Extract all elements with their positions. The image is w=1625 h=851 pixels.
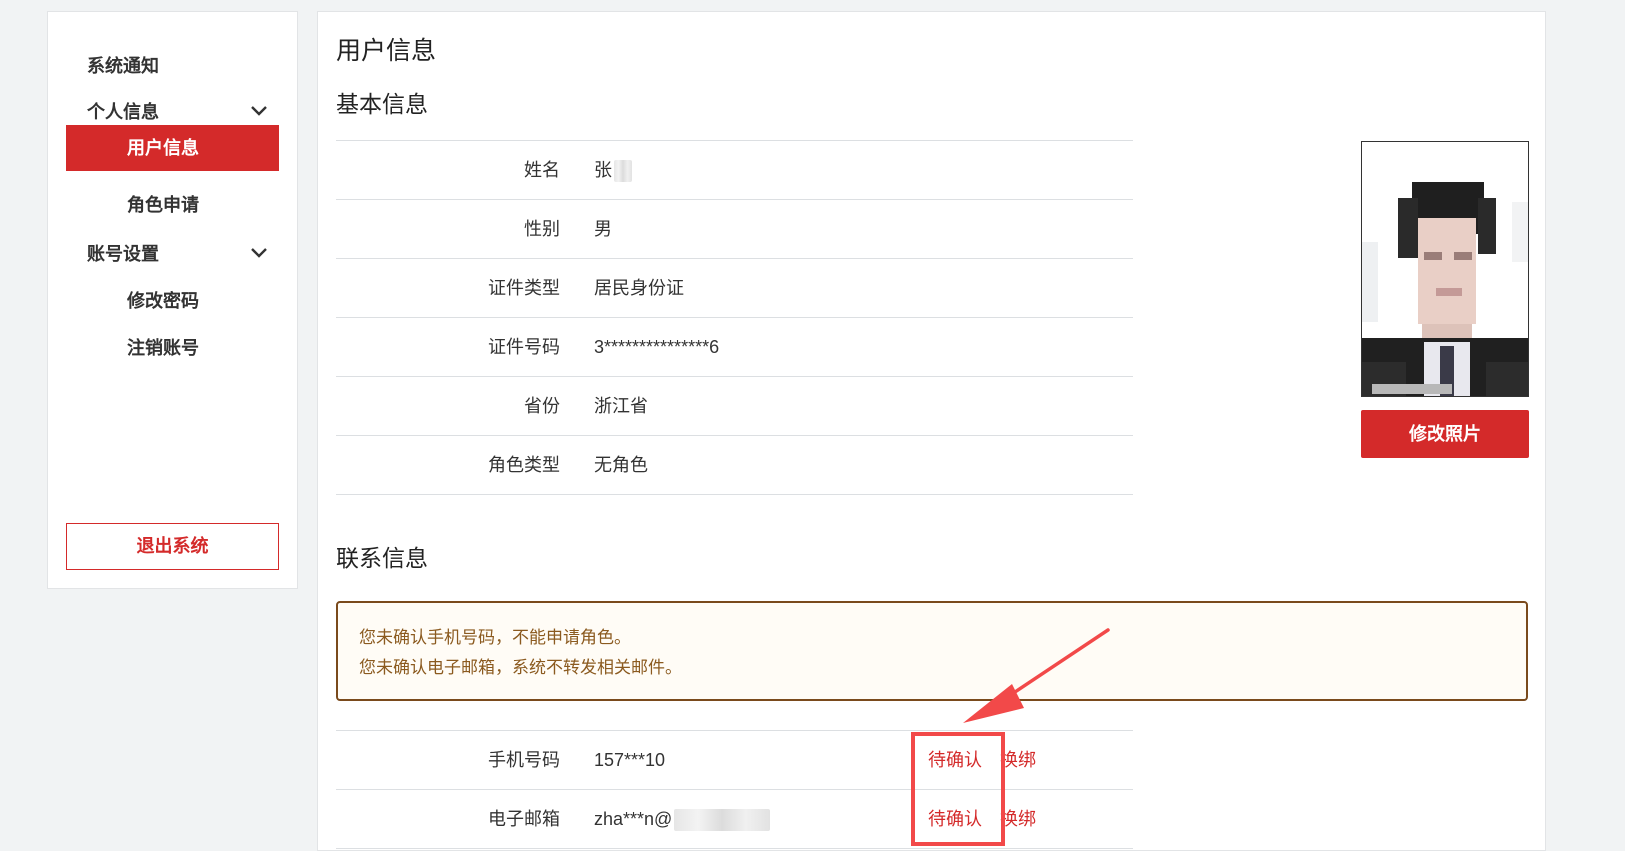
user-photo [1361, 141, 1529, 397]
field-value: 3***************6 [594, 337, 720, 357]
warning-alert: 您未确认手机号码，不能申请角色。 您未确认电子邮箱，系统不转发相关邮件。 [336, 601, 1528, 701]
phone-confirm-link[interactable]: 待确认 [928, 731, 982, 789]
field-label: 性别 [524, 219, 560, 239]
chevron-down-icon [251, 106, 267, 116]
table-row: 角色类型 无角色 [336, 436, 1133, 495]
field-label: 省份 [524, 396, 560, 416]
section-title-contact: 联系信息 [336, 545, 428, 571]
table-row: 省份 浙江省 [336, 377, 1133, 436]
table-row: 姓名 张 [336, 141, 1133, 200]
sidebar-item-label: 用户信息 [127, 138, 199, 158]
field-value: 男 [594, 219, 612, 239]
table-row-phone: 手机号码 157***10 待确认 换绑 [336, 731, 1133, 790]
page-title: 用户信息 [336, 37, 437, 65]
field-value-phone: 157***10 [594, 750, 666, 770]
field-label: 手机号码 [488, 750, 560, 770]
change-photo-button[interactable]: 修改照片 [1361, 410, 1529, 458]
basic-info-table: 姓名 张 性别 男 证件类型 居民身份证 证件号码 3*************… [336, 140, 1133, 495]
alert-line: 您未确认手机号码，不能申请角色。 [359, 628, 631, 647]
chevron-down-icon [251, 248, 267, 258]
sidebar-item-label: 修改密码 [127, 291, 199, 311]
field-label: 证件号码 [488, 337, 560, 357]
alert-line: 您未确认电子邮箱，系统不转发相关邮件。 [359, 658, 682, 677]
sidebar-nav: 系统通知 个人信息 用户信息 角色申请 账号设置 修改密码 注销账号 退出系统 [47, 11, 298, 589]
table-row: 证件类型 居民身份证 [336, 259, 1133, 318]
field-value-name: 张 [594, 141, 632, 199]
field-label: 电子邮箱 [488, 809, 560, 829]
phone-rebind-link[interactable]: 换绑 [1000, 731, 1036, 789]
email-rebind-link[interactable]: 换绑 [1000, 790, 1036, 848]
field-label: 证件类型 [488, 278, 560, 298]
sidebar-item-label: 系统通知 [87, 56, 159, 76]
table-row-email: 电子邮箱 zha***n@ 待确认 换绑 [336, 790, 1133, 849]
sidebar-item-label: 角色申请 [127, 195, 199, 215]
sidebar-item-label: 账号设置 [87, 244, 159, 264]
field-label: 角色类型 [488, 455, 560, 475]
sidebar-item-label: 个人信息 [87, 102, 159, 122]
sidebar-item-role-apply[interactable]: 角色申请 [48, 182, 297, 228]
table-row: 证件号码 3***************6 [336, 318, 1133, 377]
field-label: 姓名 [524, 160, 560, 180]
logout-button[interactable]: 退出系统 [66, 523, 279, 570]
field-value: 无角色 [594, 455, 648, 475]
sidebar-group-account-settings[interactable]: 账号设置 [48, 231, 297, 277]
sidebar-item-user-info[interactable]: 用户信息 [66, 125, 279, 171]
sidebar-item-change-password[interactable]: 修改密码 [48, 278, 297, 324]
sidebar-item-label: 注销账号 [127, 338, 199, 358]
section-title-basic: 基本信息 [336, 91, 428, 117]
email-confirm-link[interactable]: 待确认 [928, 790, 982, 848]
portrait-image [1362, 142, 1528, 396]
redacted-mask [614, 160, 632, 183]
redacted-mask [674, 809, 771, 832]
field-value-email: zha***n@ [594, 790, 771, 848]
table-row: 性别 男 [336, 200, 1133, 259]
contact-info-table: 手机号码 157***10 待确认 换绑 电子邮箱 zha***n@ 待确认 换… [336, 730, 1133, 849]
field-value: 浙江省 [594, 396, 648, 416]
field-value: 居民身份证 [594, 278, 684, 298]
sidebar-item-system-notice[interactable]: 系统通知 [48, 43, 297, 89]
sidebar-item-deactivate-account[interactable]: 注销账号 [48, 325, 297, 371]
main-panel: 用户信息 基本信息 姓名 张 性别 男 证件类型 居民身份证 证件号码 3***… [317, 11, 1546, 851]
